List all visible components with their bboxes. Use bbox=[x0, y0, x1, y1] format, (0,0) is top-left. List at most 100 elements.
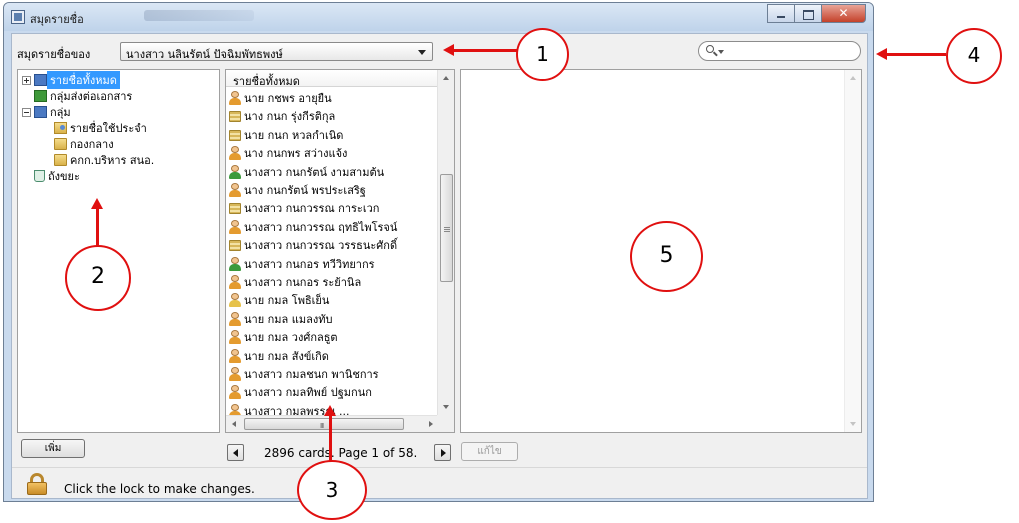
card-name: นาย กชพร อายุยืน bbox=[244, 92, 332, 105]
folder-icon bbox=[54, 154, 67, 166]
person-head bbox=[231, 256, 239, 264]
card-list-item[interactable]: นางสาว กนกอร ทวีวิทยากร bbox=[228, 255, 375, 273]
lock-body bbox=[27, 482, 47, 495]
expand-icon[interactable] bbox=[22, 75, 31, 85]
person-body bbox=[229, 153, 241, 161]
person-body bbox=[229, 337, 241, 345]
person-body bbox=[229, 374, 241, 381]
blurred-title-area bbox=[144, 10, 254, 21]
card-list-item[interactable]: นางสาว กนกวรรณ วรรธนะศักดิ์ bbox=[228, 236, 397, 254]
tree-item[interactable]: รายชื่อทั้งหมด bbox=[22, 71, 120, 89]
card-name: นาย กมล โพธิเย็น bbox=[244, 294, 330, 308]
maximize-button[interactable] bbox=[794, 4, 821, 23]
card-list-item[interactable]: นาย กชพร อายุยืน bbox=[228, 89, 332, 107]
scroll-down-icon[interactable] bbox=[850, 422, 856, 426]
favorites-folder-icon bbox=[54, 122, 67, 134]
search-options-chevron-icon[interactable] bbox=[718, 50, 724, 54]
distribution-group-icon bbox=[34, 90, 47, 102]
card-list-item[interactable]: นาง กนกรัตน์ พรประเสริฐ bbox=[228, 181, 366, 199]
minimize-button[interactable] bbox=[767, 4, 794, 23]
person-icon bbox=[228, 91, 242, 105]
card-name: นางสาว กนกอร ระย้านิล bbox=[244, 276, 362, 289]
hscroll-thumb[interactable]: III bbox=[244, 418, 404, 430]
scroll-up-icon[interactable] bbox=[443, 76, 449, 80]
person-body bbox=[229, 171, 241, 179]
card-list-item[interactable]: นาย กมล สังข์เกิด bbox=[228, 347, 329, 365]
scroll-down-icon[interactable] bbox=[443, 405, 449, 409]
grip-icon bbox=[444, 227, 450, 228]
person-body bbox=[229, 355, 241, 363]
person-body bbox=[229, 263, 241, 271]
scroll-left-icon[interactable] bbox=[232, 421, 236, 427]
cards-list-header[interactable]: รายชื่อทั้งหมด bbox=[226, 70, 439, 88]
card-list-item[interactable]: นาย กมล โพธิเย็น bbox=[228, 291, 329, 309]
person-body bbox=[229, 190, 241, 197]
scroll-up-icon[interactable] bbox=[850, 76, 856, 80]
arrow-shaft bbox=[452, 49, 520, 52]
tree-item[interactable]: กองกลาง bbox=[54, 136, 117, 152]
title-bar[interactable]: สมุดรายชื่อ ✕ bbox=[4, 3, 873, 31]
card-name: นาง กนกพร สว่างแจ้ง bbox=[244, 147, 348, 161]
card-list-item[interactable]: นาย กมล แมลงทับ bbox=[228, 310, 332, 328]
annotation-callout-3: 3 bbox=[297, 460, 367, 520]
lock-hint-text: Click the lock to make changes. bbox=[64, 482, 255, 496]
contact-card-icon bbox=[228, 201, 242, 215]
window-title: สมุดรายชื่อ bbox=[30, 13, 84, 26]
card-list-item[interactable]: นาง กนกพร สว่างแจ้ง bbox=[228, 144, 347, 162]
scroll-right-icon[interactable] bbox=[429, 421, 433, 427]
tree-item[interactable]: รายชื่อใช้ประจำ bbox=[54, 120, 150, 136]
close-button[interactable]: ✕ bbox=[821, 4, 866, 23]
card-list-item[interactable]: นาย กนก หวลกำเนิด bbox=[228, 126, 343, 144]
card-list-item[interactable]: นางสาว กมลทิพย์ ปฐมกนก bbox=[228, 383, 372, 401]
cards-horizontal-scrollbar[interactable]: III bbox=[226, 415, 439, 432]
card-name: นาย กมล วงศ์กลธูต bbox=[244, 331, 338, 345]
annotation-number: 5 bbox=[659, 243, 674, 268]
detail-vertical-scrollbar[interactable] bbox=[844, 70, 861, 432]
card-name: นาง กนกรัตน์ พรประเสริฐ bbox=[244, 184, 366, 197]
card-list-item[interactable]: นาง กนก รุ่งกีรติกุล bbox=[228, 107, 335, 125]
collapse-icon[interactable] bbox=[22, 107, 31, 117]
card-list-item[interactable]: นางสาว กนกรัตน์ งามสามต้น bbox=[228, 163, 384, 181]
tree-item[interactable]: ถังขยะ bbox=[22, 168, 83, 184]
screenshot-stage: สมุดรายชื่อ ✕ สมุดรายชื่อของ นางสาว นลิน… bbox=[0, 0, 1019, 523]
annotation-number: 4 bbox=[967, 43, 981, 67]
card-list-item[interactable]: นางสาว กนกอร ระย้านิล bbox=[228, 273, 361, 291]
cards-vertical-scrollbar[interactable] bbox=[437, 70, 454, 415]
cards-pane[interactable]: รายชื่อทั้งหมด นาย กชพร อายุยืนนาง กนก ร… bbox=[225, 69, 455, 433]
person-head bbox=[231, 293, 239, 301]
edit-button[interactable]: แก้ไข bbox=[461, 442, 518, 461]
card-list-item[interactable]: นางสาว กนกวรรณ ฤทธิไพโรจน์ bbox=[228, 218, 397, 236]
arrow-shaft bbox=[885, 53, 946, 56]
person-icon bbox=[228, 256, 242, 271]
owner-label: สมุดรายชื่อของ bbox=[17, 48, 91, 61]
search-icon bbox=[706, 45, 714, 53]
search-input[interactable] bbox=[698, 41, 861, 61]
add-button[interactable]: เพิ่ม bbox=[21, 439, 85, 458]
scroll-thumb[interactable] bbox=[440, 174, 453, 282]
card-list-item[interactable]: นาย กมล วงศ์กลธูต bbox=[228, 328, 338, 346]
person-icon bbox=[228, 385, 242, 400]
person-head bbox=[231, 183, 239, 190]
card-name: นางสาว กนกรัตน์ งามสามต้น bbox=[244, 165, 385, 179]
person-icon bbox=[228, 293, 242, 308]
owner-dropdown[interactable]: นางสาว นลินรัตน์ ปัจฉิมพัทธพงษ์ bbox=[120, 42, 433, 61]
previous-page-button[interactable] bbox=[227, 444, 244, 461]
arrowhead-left-icon bbox=[443, 44, 454, 56]
person-icon bbox=[228, 348, 242, 363]
annotation-callout-5: 5 bbox=[630, 221, 703, 292]
person-icon bbox=[228, 367, 242, 381]
lock-icon[interactable] bbox=[26, 473, 48, 495]
next-page-button[interactable] bbox=[434, 444, 451, 461]
person-body bbox=[229, 300, 241, 308]
tree-item[interactable]: กลุ่ม bbox=[22, 104, 74, 120]
triangle-right-icon bbox=[441, 449, 446, 457]
card-list-item[interactable]: นางสาว กนกวรรณ การะเวก bbox=[228, 199, 379, 217]
app-icon bbox=[11, 10, 25, 24]
tree-item[interactable]: กลุ่มส่งต่อเอกสาร bbox=[34, 88, 135, 104]
folder-icon bbox=[54, 138, 67, 150]
arrowhead-up-icon bbox=[324, 405, 336, 416]
tree-item[interactable]: คกก.บริหาร สนอ. bbox=[54, 152, 157, 168]
scrollbar-corner bbox=[437, 415, 454, 432]
card-list-item[interactable]: นางสาว กมลชนก พานิชการ bbox=[228, 365, 379, 383]
caption-buttons: ✕ bbox=[767, 4, 866, 23]
